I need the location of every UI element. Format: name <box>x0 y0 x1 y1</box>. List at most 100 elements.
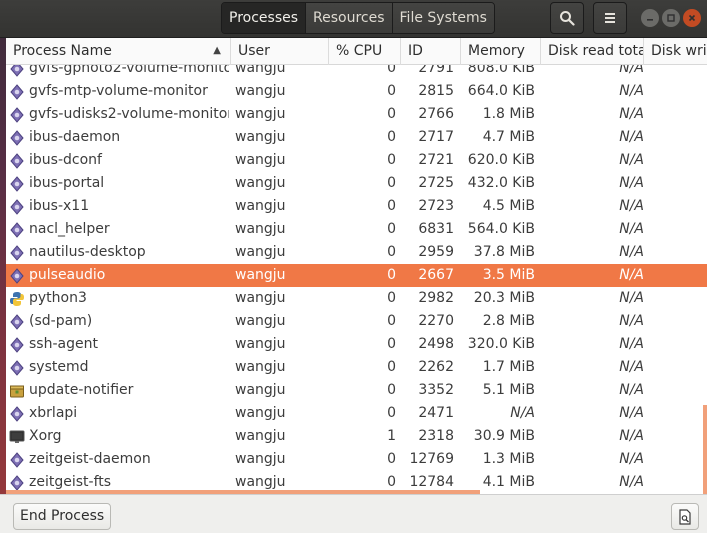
menu-button[interactable] <box>593 2 627 34</box>
user-cell: wangju <box>235 451 286 467</box>
pid-cell: 2766 <box>418 106 454 122</box>
column-header-process-name[interactable]: Process Name ▲ <box>6 38 231 65</box>
memory-cell: 620.0 KiB <box>467 152 535 168</box>
properties-icon <box>679 508 691 525</box>
properties-button[interactable] <box>671 503 699 530</box>
user-cell: wangju <box>235 65 286 76</box>
pid-cell: 2667 <box>418 267 454 283</box>
tab-processes[interactable]: Processes <box>222 3 307 33</box>
memory-cell: 5.1 MiB <box>482 382 535 398</box>
tab-resources[interactable]: Resources <box>306 3 393 33</box>
process-name-cell: gvfs-mtp-volume-monitor <box>6 80 229 103</box>
table-row[interactable]: zeitgeist-daemon wangju 0 12769 1.3 MiB N/A <box>6 448 707 471</box>
table-row[interactable]: python3 wangju 0 2982 20.3 MiB N/A <box>6 287 707 310</box>
tab-file-systems[interactable]: File Systems <box>392 3 494 33</box>
column-header-disk-write[interactable]: Disk writ <box>644 38 707 65</box>
user-cell: wangju <box>235 83 286 99</box>
user-cell: wangju <box>235 313 286 329</box>
table-row[interactable]: nautilus-desktop wangju 0 2959 37.8 MiB N/A <box>6 241 707 264</box>
search-icon <box>560 11 575 26</box>
table-body[interactable]: gvfs-gphoto2-volume-monitor wangju 0 2791 80… <box>6 65 707 494</box>
process-name: (sd-pam) <box>29 313 93 329</box>
memory-cell: N/A <box>510 405 535 421</box>
process-name-cell: ssh-agent <box>6 333 229 356</box>
cpu-cell: 0 <box>387 405 396 421</box>
table-row[interactable]: gvfs-udisks2-volume-monitor wangju 0 2766 1.… <box>6 103 707 126</box>
table-row[interactable]: ssh-agent wangju 0 2498 320.0 KiB N/A <box>6 333 707 356</box>
disk-write-cell <box>644 356 707 379</box>
pid-cell: 2815 <box>418 83 454 99</box>
user-cell: wangju <box>235 221 286 237</box>
cpu-cell: 0 <box>387 106 396 122</box>
pid-cell: 2270 <box>418 313 454 329</box>
memory-cell: 1.8 MiB <box>482 106 535 122</box>
process-name: pulseaudio <box>29 267 106 283</box>
process-name-cell: python3 <box>6 287 229 310</box>
user-cell: wangju <box>235 129 286 145</box>
table-row[interactable]: nacl_helper wangju 0 6831 564.0 KiB N/A <box>6 218 707 241</box>
table-row[interactable]: ibus-daemon wangju 0 2717 4.7 MiB N/A <box>6 126 707 149</box>
column-header-id[interactable]: ID <box>401 38 461 65</box>
process-name: gvfs-mtp-volume-monitor <box>29 83 208 99</box>
gear-icon <box>9 405 29 422</box>
disk-read-cell: N/A <box>619 221 644 237</box>
disk-write-cell <box>644 80 707 103</box>
table-row[interactable]: update-notifier wangju 0 3352 5.1 MiB N/A <box>6 379 707 402</box>
memory-cell: 808.0 KiB <box>467 65 535 76</box>
table-row[interactable]: ibus-portal wangju 0 2725 432.0 KiB N/A <box>6 172 707 195</box>
pid-cell: 3352 <box>418 382 454 398</box>
table-row[interactable]: Xorg wangju 1 2318 30.9 MiB N/A <box>6 425 707 448</box>
disk-read-cell: N/A <box>619 313 644 329</box>
column-header-memory[interactable]: Memory <box>461 38 541 65</box>
search-button[interactable] <box>550 2 584 34</box>
table-row[interactable]: gvfs-gphoto2-volume-monitor wangju 0 2791 80… <box>6 65 707 80</box>
user-cell: wangju <box>235 198 286 214</box>
table-row[interactable]: systemd wangju 0 2262 1.7 MiB N/A <box>6 356 707 379</box>
disk-write-cell <box>644 103 707 126</box>
process-table: Process Name ▲ User % CPU ID Memory Disk… <box>6 38 707 494</box>
table-row[interactable]: pulseaudio wangju 0 2667 3.5 MiB N/A <box>6 264 707 287</box>
cpu-cell: 0 <box>387 244 396 260</box>
gear-icon <box>9 221 29 238</box>
disk-write-cell <box>644 287 707 310</box>
process-name: nautilus-desktop <box>29 244 146 260</box>
cpu-cell: 0 <box>387 175 396 191</box>
pid-cell: 2723 <box>418 198 454 214</box>
column-header-cpu[interactable]: % CPU <box>329 38 401 65</box>
table-row[interactable]: gvfs-mtp-volume-monitor wangju 0 2815 664.0 … <box>6 80 707 103</box>
package-icon <box>9 383 29 399</box>
column-header-disk-read[interactable]: Disk read tota <box>541 38 644 65</box>
process-name: ibus-x11 <box>29 198 90 214</box>
column-header-user[interactable]: User <box>231 38 329 65</box>
process-name-cell: ibus-daemon <box>6 126 229 149</box>
table-row[interactable]: ibus-x11 wangju 0 2723 4.5 MiB N/A <box>6 195 707 218</box>
row-list: gvfs-gphoto2-volume-monitor wangju 0 2791 80… <box>6 65 707 494</box>
cpu-cell: 0 <box>387 336 396 352</box>
table-row[interactable]: ibus-dconf wangju 0 2721 620.0 KiB N/A <box>6 149 707 172</box>
process-name: ibus-portal <box>29 175 105 191</box>
user-cell: wangju <box>235 267 286 283</box>
process-name: gvfs-gphoto2-volume-monitor <box>29 65 229 76</box>
process-name: systemd <box>29 359 89 375</box>
disk-read-cell: N/A <box>619 129 644 145</box>
end-process-button[interactable]: End Process <box>13 503 112 530</box>
pid-cell: 6831 <box>418 221 454 237</box>
process-name-cell: gvfs-gphoto2-volume-monitor <box>6 65 229 80</box>
process-name-cell: nautilus-desktop <box>6 241 229 264</box>
process-name-cell: zeitgeist-daemon <box>6 448 229 471</box>
pid-cell: 2982 <box>418 290 454 306</box>
pid-cell: 2721 <box>418 152 454 168</box>
close-button[interactable] <box>683 9 701 27</box>
sort-ascending-icon: ▲ <box>213 45 221 56</box>
minimize-button[interactable] <box>641 9 659 27</box>
memory-cell: 320.0 KiB <box>467 336 535 352</box>
user-cell: wangju <box>235 175 286 191</box>
cpu-cell: 0 <box>387 359 396 375</box>
table-row[interactable]: xbrlapi wangju 0 2471 N/A N/A <box>6 402 707 425</box>
pid-cell: 2318 <box>418 428 454 444</box>
memory-cell: 30.9 MiB <box>473 428 535 444</box>
table-row[interactable]: (sd-pam) wangju 0 2270 2.8 MiB N/A <box>6 310 707 333</box>
disk-write-cell <box>644 310 707 333</box>
process-name-cell: pulseaudio <box>6 264 229 287</box>
maximize-button[interactable] <box>662 9 680 27</box>
